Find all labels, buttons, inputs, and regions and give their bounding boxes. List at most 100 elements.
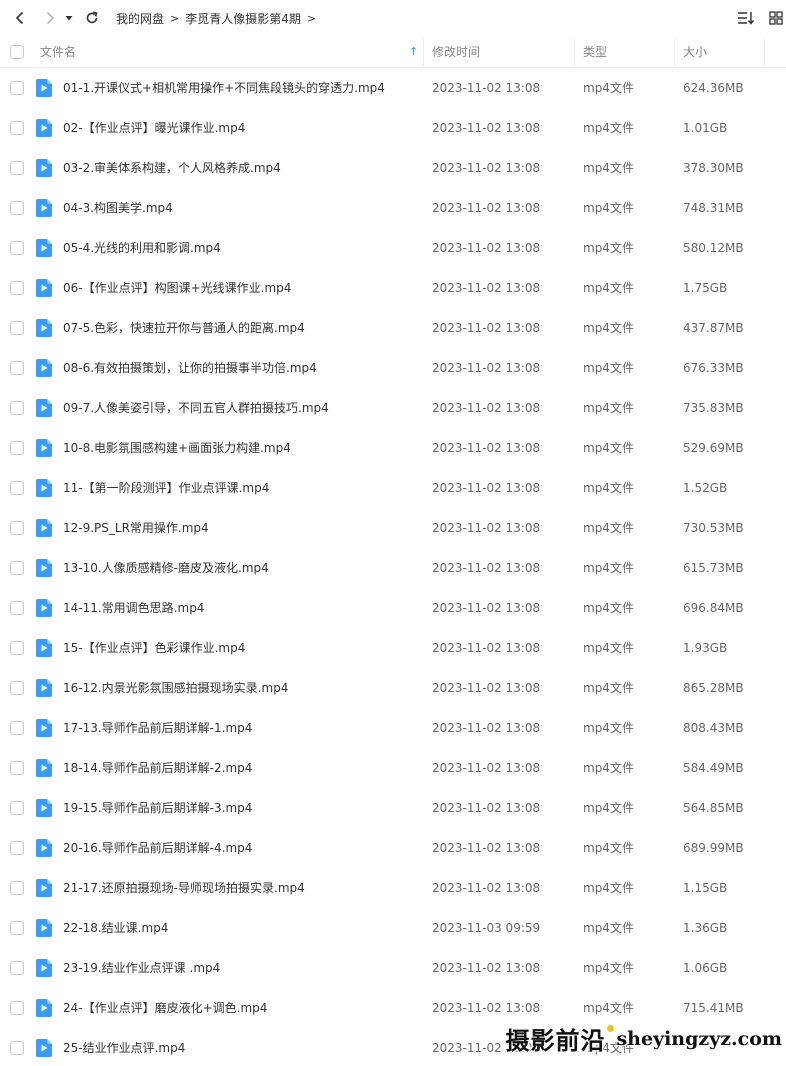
- file-row[interactable]: 19-15.导师作品前后期详解-3.mp4 2023-11-02 13:08 mp4…: [0, 788, 786, 828]
- file-name[interactable]: 23-19.结业作业点评课 .mp4: [63, 948, 220, 988]
- file-name[interactable]: 25-结业作业点评.mp4: [63, 1028, 185, 1066]
- file-row[interactable]: 06-【作业点评】构图课+光线课作业.mp4 2023-11-02 13:08 mp…: [0, 268, 786, 308]
- row-checkbox[interactable]: [10, 281, 24, 295]
- file-row[interactable]: 09-7.人像美姿引导，不同五官人群拍摄技巧.mp4 2023-11-02 13:…: [0, 388, 786, 428]
- file-name[interactable]: 18-14.导师作品前后期详解-2.mp4: [63, 748, 252, 788]
- file-row[interactable]: 18-14.导师作品前后期详解-2.mp4 2023-11-02 13:08 mp4…: [0, 748, 786, 788]
- row-checkbox[interactable]: [10, 641, 24, 655]
- file-row[interactable]: 05-4.光线的利用和影调.mp4 2023-11-02 13:08 mp4文件 58…: [0, 228, 786, 268]
- file-row[interactable]: 03-2.审美体系构建，个人风格养成.mp4 2023-11-02 13:08 mp…: [0, 148, 786, 188]
- column-divider[interactable]: [574, 38, 575, 66]
- row-checkbox[interactable]: [10, 521, 24, 535]
- column-divider[interactable]: [674, 38, 675, 66]
- file-name[interactable]: 21-17.还原拍摄现场-导师现场拍摄实录.mp4: [63, 868, 305, 908]
- file-name[interactable]: 16-12.内景光影氛围感拍摄现场实录.mp4: [63, 668, 288, 708]
- row-checkbox[interactable]: [10, 961, 24, 975]
- file-row[interactable]: 13-10.人像质感精修-磨皮及液化.mp4 2023-11-02 13:08 mp…: [0, 548, 786, 588]
- file-row[interactable]: 01-1.开课仪式+相机常用操作+不同焦段镜头的穿透力.mp4 2023-11-0…: [0, 68, 786, 108]
- view-mode-button[interactable]: [768, 6, 784, 30]
- file-row[interactable]: 11-【第一阶段测评】作业点评课.mp4 2023-11-02 13:08 mp4文…: [0, 468, 786, 508]
- row-checkbox[interactable]: [10, 161, 24, 175]
- file-name[interactable]: 24-【作业点评】磨皮液化+调色.mp4: [63, 988, 267, 1028]
- video-file-icon: [36, 639, 52, 657]
- file-name[interactable]: 08-6.有效拍摄策划，让你的拍摄事半功倍.mp4: [63, 348, 317, 388]
- forward-button[interactable]: [38, 6, 62, 30]
- row-checkbox[interactable]: [10, 401, 24, 415]
- file-row[interactable]: 16-12.内景光影氛围感拍摄现场实录.mp4 2023-11-02 13:08 m…: [0, 668, 786, 708]
- row-checkbox[interactable]: [10, 601, 24, 615]
- breadcrumb-item-current[interactable]: 李觅青人像摄影第4期: [185, 10, 301, 27]
- column-header-name[interactable]: 文件名: [40, 36, 76, 68]
- refresh-button[interactable]: [80, 6, 104, 30]
- file-row[interactable]: 14-11.常用调色思路.mp4 2023-11-02 13:08 mp4文件 696…: [0, 588, 786, 628]
- file-row[interactable]: 24-【作业点评】磨皮液化+调色.mp4 2023-11-02 13:08 mp4文…: [0, 988, 786, 1028]
- file-row[interactable]: 12-9.PS_LR常用操作.mp4 2023-11-02 13:08 mp4文件 7…: [0, 508, 786, 548]
- file-name[interactable]: 05-4.光线的利用和影调.mp4: [63, 228, 221, 268]
- file-name[interactable]: 06-【作业点评】构图课+光线课作业.mp4: [63, 268, 291, 308]
- breadcrumb-item-root[interactable]: 我的网盘: [116, 10, 164, 27]
- file-name[interactable]: 10-8.电影氛围感构建+画面张力构建.mp4: [63, 428, 291, 468]
- column-header-modified[interactable]: 修改时间: [432, 36, 480, 68]
- row-checkbox[interactable]: [10, 681, 24, 695]
- sort-arrow-up-icon[interactable]: ↑: [409, 36, 418, 68]
- file-row[interactable]: 04-3.构图美学.mp4 2023-11-02 13:08 mp4文件 748.31…: [0, 188, 786, 228]
- file-row[interactable]: 02-【作业点评】曝光课作业.mp4 2023-11-02 13:08 mp4文件 1…: [0, 108, 786, 148]
- history-dropdown-button[interactable]: [62, 6, 76, 30]
- row-checkbox[interactable]: [10, 441, 24, 455]
- row-checkbox[interactable]: [10, 201, 24, 215]
- file-name[interactable]: 22-18.结业课.mp4: [63, 908, 168, 948]
- file-size: 529.69MB: [683, 441, 744, 455]
- row-checkbox[interactable]: [10, 481, 24, 495]
- select-all-checkbox[interactable]: [10, 45, 24, 59]
- sort-button[interactable]: [734, 6, 758, 30]
- file-row[interactable]: 07-5.色彩，快速拉开你与普通人的距离.mp4 2023-11-02 13:08…: [0, 308, 786, 348]
- file-name[interactable]: 02-【作业点评】曝光课作业.mp4: [63, 108, 245, 148]
- row-checkbox[interactable]: [10, 1041, 24, 1055]
- row-checkbox[interactable]: [10, 1001, 24, 1015]
- row-checkbox[interactable]: [10, 761, 24, 775]
- row-checkbox[interactable]: [10, 361, 24, 375]
- row-checkbox[interactable]: [10, 321, 24, 335]
- file-name[interactable]: 03-2.审美体系构建，个人风格养成.mp4: [63, 148, 281, 188]
- file-name[interactable]: 19-15.导师作品前后期详解-3.mp4: [63, 788, 252, 828]
- file-name[interactable]: 15-【作业点评】色彩课作业.mp4: [63, 628, 245, 668]
- file-name[interactable]: 01-1.开课仪式+相机常用操作+不同焦段镜头的穿透力.mp4: [63, 68, 385, 108]
- column-divider[interactable]: [764, 38, 765, 66]
- file-name[interactable]: 09-7.人像美姿引导，不同五官人群拍摄技巧.mp4: [63, 388, 329, 428]
- video-file-icon: [36, 719, 52, 737]
- file-row[interactable]: 23-19.结业作业点评课 .mp4 2023-11-02 13:08 mp4文件 1…: [0, 948, 786, 988]
- video-file-icon: [36, 959, 52, 977]
- back-button[interactable]: [8, 6, 32, 30]
- file-name[interactable]: 07-5.色彩，快速拉开你与普通人的距离.mp4: [63, 308, 305, 348]
- file-row[interactable]: 08-6.有效拍摄策划，让你的拍摄事半功倍.mp4 2023-11-02 13:0…: [0, 348, 786, 388]
- file-row[interactable]: 20-16.导师作品前后期详解-4.mp4 2023-11-02 13:08 mp4…: [0, 828, 786, 868]
- file-row[interactable]: 15-【作业点评】色彩课作业.mp4 2023-11-02 13:08 mp4文件 1…: [0, 628, 786, 668]
- row-checkbox[interactable]: [10, 801, 24, 815]
- row-checkbox[interactable]: [10, 561, 24, 575]
- row-checkbox[interactable]: [10, 121, 24, 135]
- file-row[interactable]: 25-结业作业点评.mp4 2023-11-02 13:08 mp4文件: [0, 1028, 786, 1066]
- column-divider[interactable]: [423, 38, 424, 66]
- file-name[interactable]: 13-10.人像质感精修-磨皮及液化.mp4: [63, 548, 269, 588]
- file-size: 676.33MB: [683, 361, 744, 375]
- grid-view-icon: [769, 11, 783, 25]
- file-name[interactable]: 12-9.PS_LR常用操作.mp4: [63, 508, 209, 548]
- column-header-size[interactable]: 大小: [683, 36, 707, 68]
- file-name[interactable]: 17-13.导师作品前后期详解-1.mp4: [63, 708, 252, 748]
- file-name[interactable]: 20-16.导师作品前后期详解-4.mp4: [63, 828, 252, 868]
- file-name[interactable]: 04-3.构图美学.mp4: [63, 188, 173, 228]
- row-checkbox[interactable]: [10, 881, 24, 895]
- row-checkbox[interactable]: [10, 841, 24, 855]
- file-modified-time: 2023-11-03 09:59: [432, 921, 541, 935]
- row-checkbox[interactable]: [10, 921, 24, 935]
- row-checkbox[interactable]: [10, 241, 24, 255]
- file-row[interactable]: 21-17.还原拍摄现场-导师现场拍摄实录.mp4 2023-11-02 13:0…: [0, 868, 786, 908]
- file-row[interactable]: 22-18.结业课.mp4 2023-11-03 09:59 mp4文件 1.36GB: [0, 908, 786, 948]
- file-row[interactable]: 10-8.电影氛围感构建+画面张力构建.mp4 2023-11-02 13:08 m…: [0, 428, 786, 468]
- row-checkbox[interactable]: [10, 721, 24, 735]
- file-row[interactable]: 17-13.导师作品前后期详解-1.mp4 2023-11-02 13:08 mp4…: [0, 708, 786, 748]
- row-checkbox[interactable]: [10, 81, 24, 95]
- file-name[interactable]: 14-11.常用调色思路.mp4: [63, 588, 204, 628]
- column-header-type[interactable]: 类型: [583, 36, 607, 68]
- file-name[interactable]: 11-【第一阶段测评】作业点评课.mp4: [63, 468, 269, 508]
